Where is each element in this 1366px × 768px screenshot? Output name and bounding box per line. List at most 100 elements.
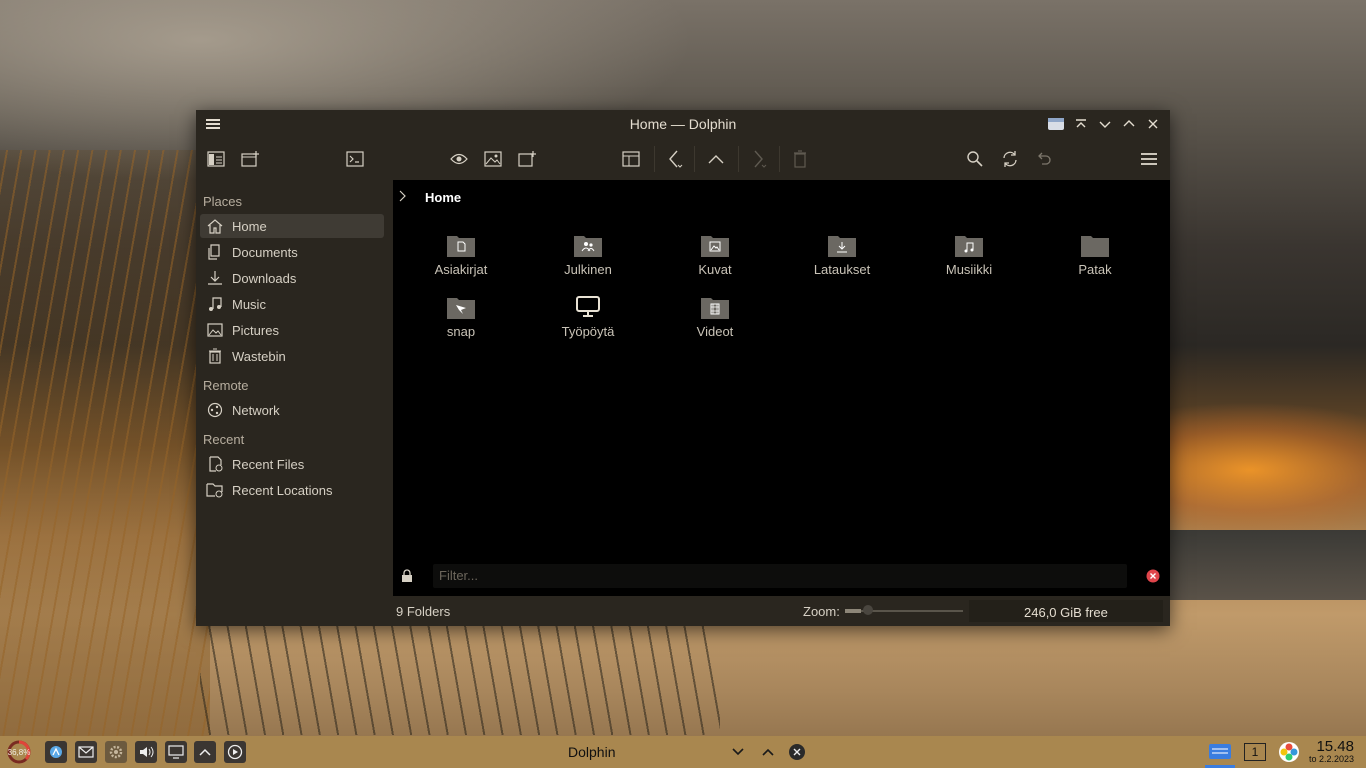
new-tab-icon[interactable] xyxy=(240,149,260,169)
folder-pictures-icon xyxy=(700,232,730,258)
place-label: Pictures xyxy=(232,322,279,338)
file-view: Home Asiakirjat Julkinen Kuvat Lataukset… xyxy=(393,180,1170,626)
folder-item[interactable]: Julkinen xyxy=(533,232,643,277)
place-label: Wastebin xyxy=(232,348,286,364)
folder-name: Julkinen xyxy=(564,262,612,277)
home-icon xyxy=(206,217,224,235)
close-icon[interactable] xyxy=(1144,115,1162,133)
place-recent-locations[interactable]: Recent Locations xyxy=(200,478,384,502)
zoom-slider-handle[interactable] xyxy=(863,605,873,615)
show-tray-icon[interactable] xyxy=(194,741,216,763)
new-folder-icon[interactable] xyxy=(517,149,537,169)
preview-icon[interactable] xyxy=(449,149,469,169)
split-view-icon[interactable] xyxy=(206,149,226,169)
folder-item[interactable]: Musiikki xyxy=(914,232,1024,277)
folder-snap-icon xyxy=(446,294,476,320)
place-documents[interactable]: Documents xyxy=(200,240,384,264)
app-icon[interactable] xyxy=(1046,115,1066,133)
maximize-task-icon[interactable] xyxy=(757,741,779,763)
chevron-right-icon[interactable] xyxy=(399,190,407,205)
folder-videos-icon xyxy=(700,294,730,320)
folder-item[interactable]: snap xyxy=(406,294,516,339)
media-player-icon[interactable] xyxy=(224,741,246,763)
panels-icon[interactable] xyxy=(621,149,641,169)
desktop-number: 1 xyxy=(1244,743,1266,761)
volume-icon[interactable] xyxy=(135,741,157,763)
forward-icon[interactable] xyxy=(748,149,768,169)
folder-item[interactable]: Patak xyxy=(1040,232,1150,277)
folder-name: snap xyxy=(446,324,476,339)
place-home[interactable]: Home xyxy=(200,214,384,238)
up-icon[interactable] xyxy=(706,149,726,169)
places-heading: Places xyxy=(203,194,243,209)
breadcrumb: Home xyxy=(399,190,461,205)
place-pictures[interactable]: Pictures xyxy=(200,318,384,342)
folder-count: 9 Folders xyxy=(396,604,451,619)
free-space-label: 246,0 GiB free xyxy=(1024,605,1108,620)
color-picker-icon[interactable] xyxy=(1278,741,1300,763)
folder-downloads-icon xyxy=(827,232,857,258)
folder-item[interactable]: Kuvat xyxy=(660,232,770,277)
wallpaper-dune-grass xyxy=(200,625,720,735)
digital-clock[interactable]: 15.48 to 2.2.2023 xyxy=(1309,738,1354,764)
recent-locations-icon xyxy=(206,481,224,499)
keep-above-icon[interactable] xyxy=(1072,115,1090,133)
clear-filter-icon[interactable] xyxy=(1146,569,1160,586)
places-panel: Places Home Documents Downloads Music Pi… xyxy=(196,180,393,626)
hamburger-menu-icon[interactable] xyxy=(1139,149,1159,169)
place-music[interactable]: Music xyxy=(200,292,384,316)
folder-icon xyxy=(1080,232,1110,258)
wastebin-icon xyxy=(206,347,224,365)
folder-name: Asiakirjat xyxy=(434,262,488,277)
place-label: Documents xyxy=(232,244,298,260)
reload-icon[interactable] xyxy=(1000,149,1020,169)
folder-name: Kuvat xyxy=(698,262,732,277)
filter-input[interactable]: Filter... xyxy=(433,564,1127,588)
folder-name: Työpöytä xyxy=(561,324,615,339)
recent-files-icon xyxy=(206,455,224,473)
pictures-icon xyxy=(206,321,224,339)
active-task-title[interactable]: Dolphin xyxy=(568,744,615,760)
close-task-icon[interactable] xyxy=(786,741,808,763)
launcher-icon[interactable] xyxy=(45,741,67,763)
filter-bar: Filter... xyxy=(393,561,1170,591)
folder-item[interactable]: Lataukset xyxy=(787,232,897,277)
back-icon[interactable] xyxy=(664,149,684,169)
virtual-desktop-pager[interactable]: 1 xyxy=(1244,741,1266,763)
clock-date: to 2.2.2023 xyxy=(1308,754,1354,764)
folder-name: Lataukset xyxy=(813,262,871,277)
place-label: Downloads xyxy=(232,270,297,286)
undo-icon[interactable] xyxy=(1034,149,1054,169)
taskbar: 36,8% Dolphin 1 15.48 to 2.2.2023 xyxy=(0,736,1366,768)
window-list-icon[interactable] xyxy=(1207,741,1233,763)
place-recent-files[interactable]: Recent Files xyxy=(200,452,384,476)
minimize-task-icon[interactable] xyxy=(727,741,749,763)
delete-icon[interactable] xyxy=(790,149,810,169)
title-bar[interactable]: Home — Dolphin xyxy=(196,110,1170,138)
folder-music-icon xyxy=(954,232,984,258)
breadcrumb-home[interactable]: Home xyxy=(425,190,461,205)
folder-item[interactable]: Asiakirjat xyxy=(406,232,516,277)
place-downloads[interactable]: Downloads xyxy=(200,266,384,290)
place-label: Home xyxy=(232,218,267,234)
recent-heading: Recent xyxy=(203,432,245,447)
settings-icon[interactable] xyxy=(105,741,127,763)
cpu-monitor[interactable]: 36,8% xyxy=(6,740,32,764)
folder-item[interactable]: Videot xyxy=(660,294,770,339)
image-icon[interactable] xyxy=(483,149,503,169)
place-label: Recent Files xyxy=(232,456,305,472)
zoom-label: Zoom: xyxy=(803,604,840,619)
wallpaper-grass xyxy=(0,150,210,740)
mail-icon[interactable] xyxy=(75,741,97,763)
terminal-icon[interactable] xyxy=(345,149,365,169)
network-icon xyxy=(206,401,224,419)
music-icon xyxy=(206,295,224,313)
minimize-icon[interactable] xyxy=(1096,115,1114,133)
search-icon[interactable] xyxy=(965,149,985,169)
folder-item[interactable]: Työpöytä xyxy=(533,294,643,339)
place-network[interactable]: Network xyxy=(200,398,384,422)
display-icon[interactable] xyxy=(165,741,187,763)
place-wastebin[interactable]: Wastebin xyxy=(200,344,384,368)
maximize-icon[interactable] xyxy=(1120,115,1138,133)
lock-icon[interactable] xyxy=(401,569,413,586)
